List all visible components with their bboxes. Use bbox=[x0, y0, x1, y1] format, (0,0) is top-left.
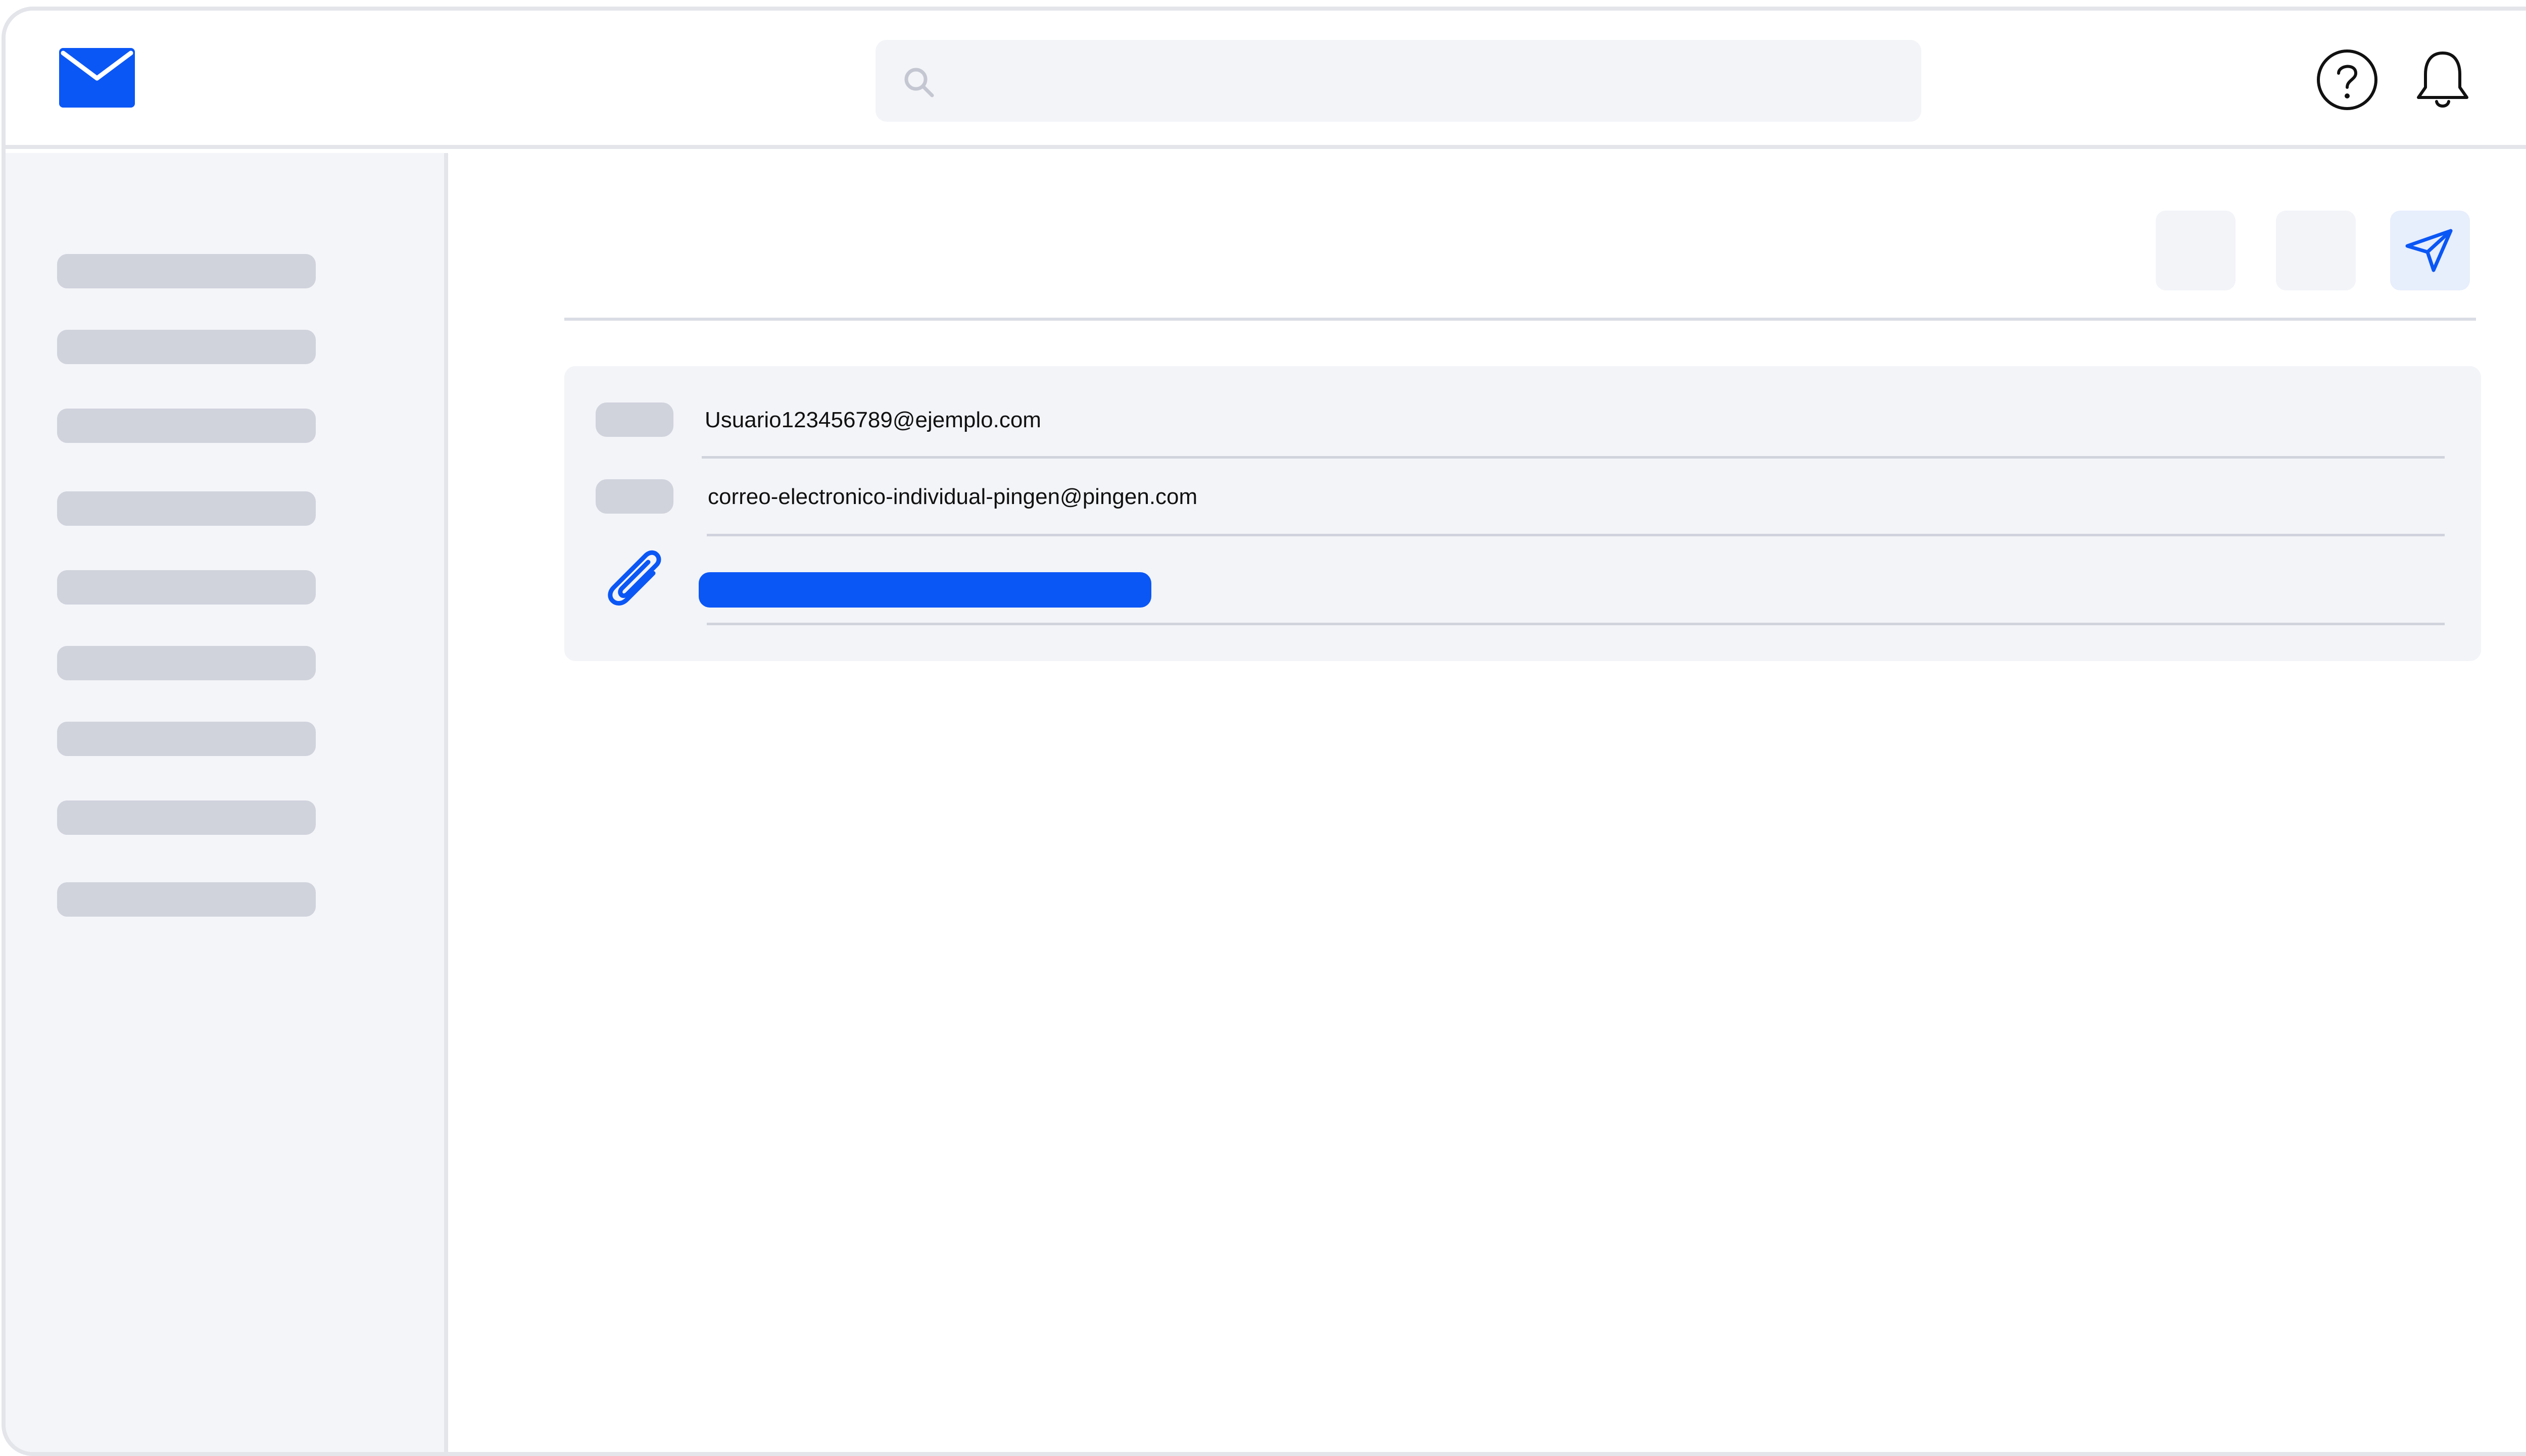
sidebar bbox=[6, 153, 448, 1452]
attachment-underline bbox=[707, 623, 2445, 625]
sidebar-item[interactable] bbox=[57, 800, 316, 835]
send-button[interactable] bbox=[2390, 211, 2470, 290]
sidebar-item[interactable] bbox=[57, 882, 316, 917]
sidebar-item[interactable] bbox=[57, 330, 316, 364]
help-circle-icon[interactable] bbox=[2315, 48, 2379, 112]
search-icon bbox=[904, 68, 934, 97]
paperclip-icon[interactable] bbox=[600, 543, 670, 614]
sidebar-item[interactable] bbox=[57, 254, 316, 288]
app-window: Usuario123456789@ejemplo.com correo-elec… bbox=[2, 7, 2526, 1456]
toolbar-button[interactable] bbox=[2276, 211, 2356, 290]
mail-envelope-icon[interactable] bbox=[59, 48, 135, 108]
message-header-card: Usuario123456789@ejemplo.com correo-elec… bbox=[564, 366, 2481, 661]
sidebar-item[interactable] bbox=[57, 570, 316, 605]
send-icon bbox=[2405, 229, 2453, 272]
from-label bbox=[596, 403, 673, 437]
top-bar bbox=[6, 11, 2526, 149]
sidebar-item[interactable] bbox=[57, 491, 316, 526]
to-address[interactable]: correo-electronico-individual-pingen@pin… bbox=[708, 484, 1197, 510]
sidebar-item[interactable] bbox=[57, 646, 316, 680]
toolbar-button[interactable] bbox=[2156, 211, 2236, 290]
sidebar-item[interactable] bbox=[57, 722, 316, 756]
to-underline bbox=[707, 534, 2445, 536]
from-address[interactable]: Usuario123456789@ejemplo.com bbox=[705, 408, 1041, 433]
toolbar-divider bbox=[564, 318, 2476, 321]
attachment-file-bar[interactable] bbox=[699, 572, 1151, 608]
sidebar-item[interactable] bbox=[57, 409, 316, 443]
search-bar[interactable] bbox=[876, 40, 1921, 122]
from-underline bbox=[702, 456, 2445, 459]
to-label bbox=[596, 479, 673, 514]
bell-icon[interactable] bbox=[2413, 48, 2472, 112]
